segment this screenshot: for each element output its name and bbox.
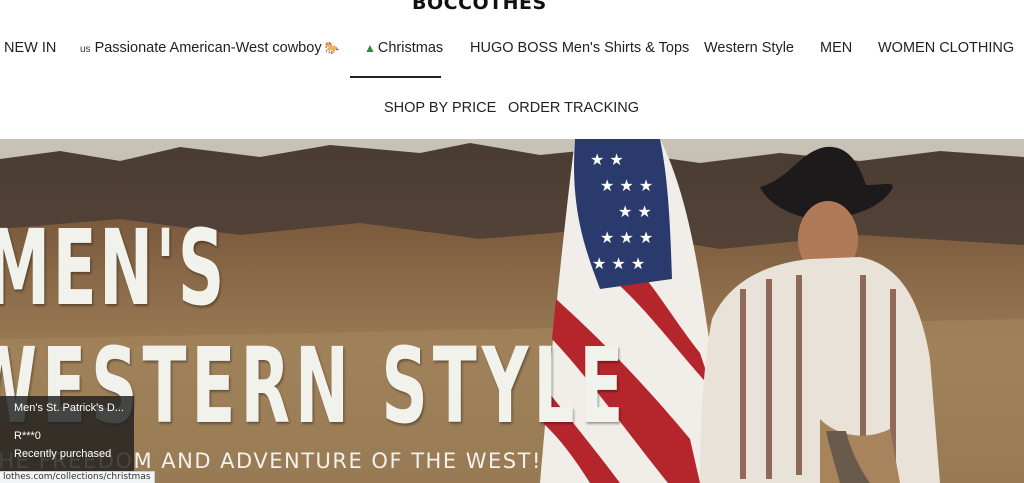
nav-label: NEW IN (4, 40, 57, 56)
hero-banner[interactable]: ★ ★ ★ ★ ★ ★ ★ ★ ★ ★ ★ ★ ★ MEN'S WESTERN … (0, 139, 1024, 483)
christmas-tree-icon: ▲ (364, 41, 376, 55)
nav-item-cowboy[interactable]: us Passionate American-West cowboy 🐎 (80, 33, 340, 63)
nav-label: WOMEN CLOTHING (878, 40, 1015, 56)
popup-product-name[interactable]: Men's St. Patrick's D... (14, 402, 126, 414)
nav-label: MEN (820, 40, 853, 56)
popup-status: Recently purchased (14, 448, 112, 460)
recent-purchase-popup[interactable]: Men's St. Patrick's D... R***0 Recently … (0, 396, 134, 472)
nav-label: Passionate American-West cowboy (94, 40, 322, 56)
nav-item-western-style[interactable]: Western Style (704, 33, 794, 63)
svg-text:★ ★ ★: ★ ★ ★ (600, 228, 653, 247)
svg-text:★ ★ ★: ★ ★ ★ (600, 176, 653, 195)
us-flag-icon: us (80, 44, 91, 55)
svg-text:★ ★: ★ ★ (590, 150, 624, 169)
nav-item-order-tracking[interactable]: ORDER TRACKING (508, 93, 639, 123)
svg-text:★ ★: ★ ★ (618, 202, 652, 221)
active-nav-underline (350, 76, 441, 78)
nav-label: Christmas (377, 40, 444, 56)
nav-item-women-clothing[interactable]: WOMEN CLOTHING (878, 33, 1014, 63)
nav-label: ORDER TRACKING (508, 100, 640, 116)
nav-label: Western Style (704, 40, 794, 56)
hero-title-line1: MEN'S (0, 207, 227, 329)
nav-item-hugo-boss[interactable]: HUGO BOSS Men's Shirts & Tops (470, 33, 689, 63)
horse-icon: 🐎 (324, 41, 340, 55)
site-header: BOCCOTHES NEW IN us Passionate American-W… (0, 0, 1024, 139)
nav-item-shop-by-price[interactable]: SHOP BY PRICE (384, 93, 496, 123)
nav-label: HUGO BOSS Men's Shirts & Tops (470, 40, 690, 56)
nav-item-christmas[interactable]: ▲ Christmas (364, 33, 443, 63)
secondary-nav: SHOP BY PRICE ORDER TRACKING (0, 93, 1024, 123)
nav-item-new-in[interactable]: NEW IN (4, 33, 56, 63)
popup-buyer: R***0 (14, 430, 41, 442)
status-bar-url: lothes.com/collections/christmas (0, 471, 155, 483)
nav-item-men[interactable]: MEN (820, 33, 852, 63)
svg-text:★ ★ ★: ★ ★ ★ (592, 254, 645, 273)
main-nav: NEW IN us Passionate American-West cowboy… (0, 33, 1024, 63)
brand-logo[interactable]: BOCCOTHES (412, 0, 547, 14)
nav-label: SHOP BY PRICE (384, 100, 497, 116)
